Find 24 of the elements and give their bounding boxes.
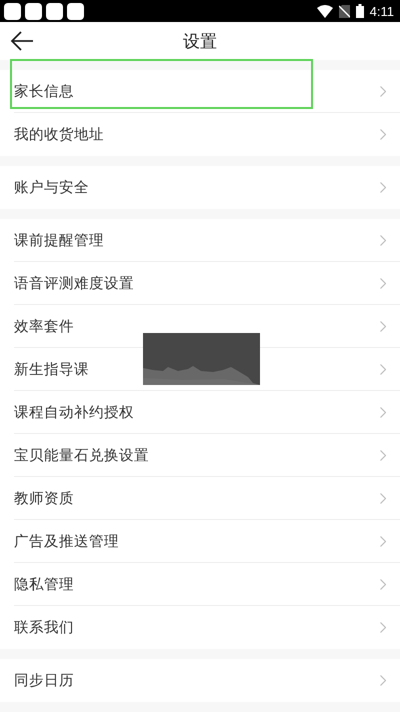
chevron-right-icon: [380, 492, 386, 504]
back-button[interactable]: [10, 30, 34, 52]
status-time: 4:11: [370, 4, 394, 18]
chevron-right-icon: [380, 450, 386, 460]
chevron-right-icon: [380, 320, 386, 332]
chevron-right-icon: [380, 234, 386, 246]
notification-icon: [25, 2, 42, 20]
battery-icon: [356, 4, 364, 18]
notification-icon: [4, 2, 21, 20]
notification-icon: [67, 2, 84, 20]
chevron-right-icon: [380, 278, 386, 288]
chevron-right-icon: [380, 674, 386, 686]
chevron-right-icon: [380, 536, 386, 546]
wifi-icon: [316, 4, 333, 18]
page-title: 设置: [183, 30, 217, 52]
chevron-right-icon: [380, 86, 386, 96]
chevron-right-icon: [380, 406, 386, 418]
notification-icon: [46, 2, 63, 20]
chevron-right-icon: [380, 182, 386, 192]
no-sim-icon: [338, 4, 350, 18]
chevron-right-icon: [380, 364, 386, 374]
chevron-right-icon: [380, 622, 386, 632]
chevron-right-icon: [380, 578, 386, 590]
chevron-right-icon: [380, 128, 386, 140]
